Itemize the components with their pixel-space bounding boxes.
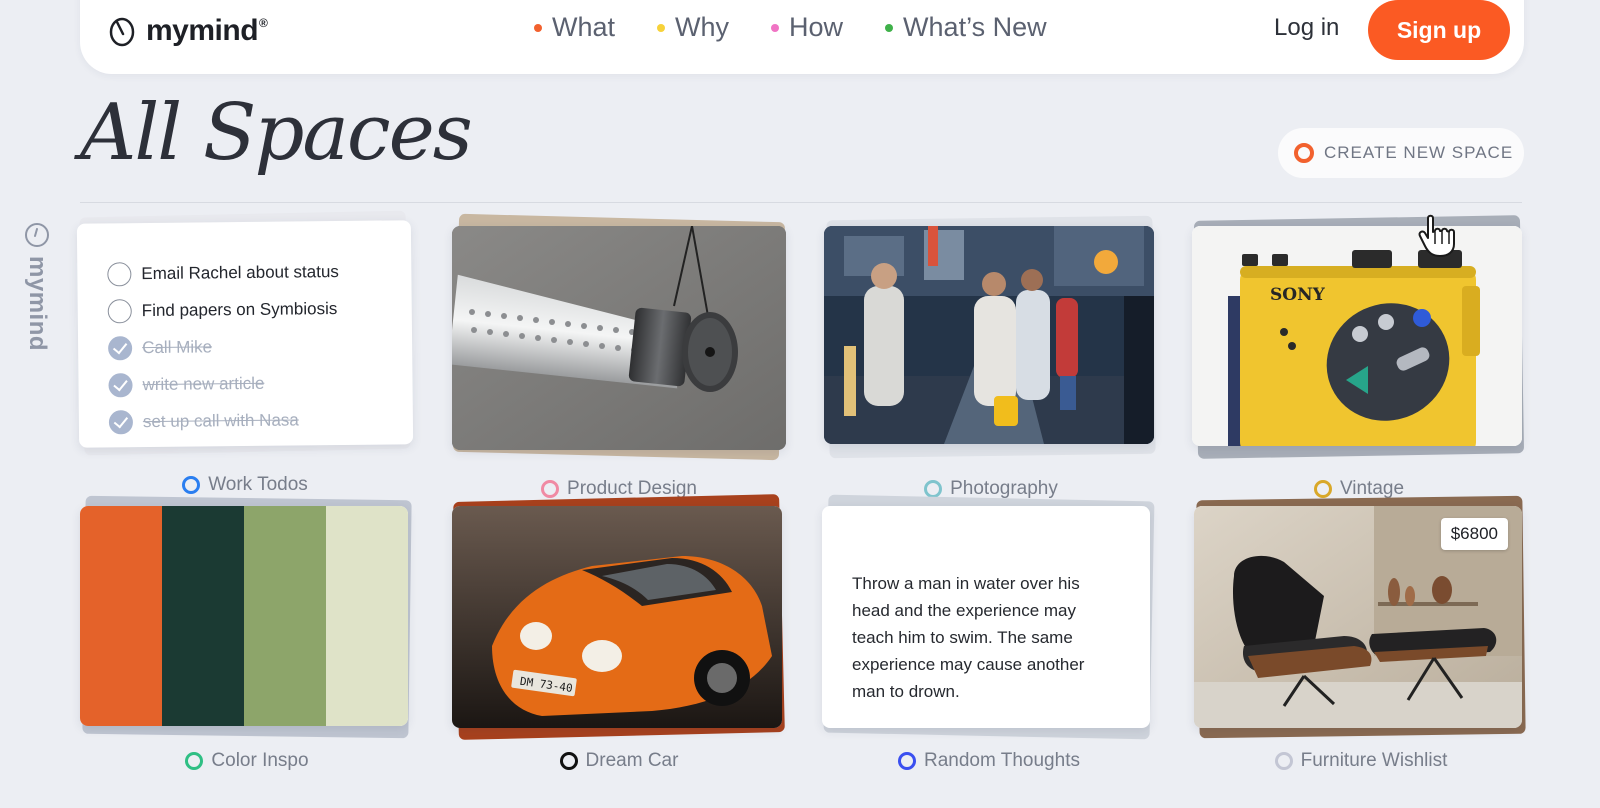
- todo-text: Call Mike: [142, 336, 213, 357]
- nav-label: How: [789, 12, 844, 42]
- space-label[interactable]: Furniture Wishlist: [1194, 750, 1528, 772]
- checkbox-icon[interactable]: [107, 298, 132, 323]
- circle-icon: [1274, 752, 1293, 770]
- space-card-random-thoughts[interactable]: Throw a man in water over his head and t…: [822, 494, 1156, 771]
- vintage-image: SONY: [1192, 226, 1522, 446]
- todo-text: set up call with Nasa: [142, 409, 299, 431]
- todo-list: Email Rachel about status Find papers on…: [76, 220, 414, 448]
- circle-icon: [898, 752, 916, 770]
- nav-label: What’s New: [903, 12, 1047, 42]
- circle-icon: [924, 480, 943, 498]
- space-name: Color Inspo: [211, 750, 309, 771]
- nav-dot: [771, 23, 780, 32]
- space-card-dream-car[interactable]: DM 73-40 Dream Car: [452, 494, 786, 771]
- site-header: mymind® What Why How What’s New Log in S…: [80, 0, 1524, 74]
- create-new-space-button[interactable]: CREATE NEW SPACE: [1278, 128, 1524, 178]
- circle-icon: [1294, 143, 1314, 163]
- checkbox-icon[interactable]: [107, 261, 132, 286]
- nav-dot: [885, 23, 894, 32]
- car-image: DM 73-40: [452, 506, 782, 728]
- nav-item-why[interactable]: Why: [657, 12, 729, 43]
- mymind-logo-icon: [109, 17, 135, 47]
- color-palette: [80, 506, 408, 726]
- main-nav: What Why How What’s New: [534, 12, 1047, 43]
- space-card-furniture-wishlist[interactable]: $6800 Furniture Wishlist: [1194, 495, 1528, 771]
- checked-checkbox-icon[interactable]: [108, 409, 134, 434]
- circle-icon: [185, 752, 204, 770]
- furniture-image: $6800: [1194, 506, 1522, 728]
- nav-item-how[interactable]: How: [771, 12, 843, 43]
- space-card-photography[interactable]: Photography: [824, 215, 1158, 499]
- space-card-color-inspo[interactable]: Color Inspo: [80, 495, 414, 771]
- space-card-vintage[interactable]: SONY Vintage: [1192, 215, 1526, 499]
- space-label[interactable]: Color Inspo: [80, 750, 414, 772]
- logo[interactable]: mymind®: [108, 14, 268, 48]
- circle-icon: [1313, 480, 1332, 498]
- price-tag: $6800: [1440, 518, 1508, 550]
- logo-text: mymind®: [146, 14, 268, 47]
- color-swatch: [244, 506, 326, 726]
- create-new-space-label: CREATE NEW SPACE: [1324, 143, 1514, 162]
- signup-button[interactable]: Sign up: [1368, 0, 1510, 60]
- street-scene-image: [824, 226, 1154, 444]
- page-title: All Spaces: [80, 88, 473, 178]
- space-card-work-todos[interactable]: Email Rachel about status Find papers on…: [76, 210, 414, 495]
- space-label[interactable]: Work Todos: [78, 474, 412, 496]
- todo-text: Find papers on Symbiosis: [141, 298, 338, 320]
- sony-brand-text: SONY: [1270, 285, 1326, 305]
- checked-checkbox-icon[interactable]: [108, 335, 133, 360]
- orange-porsche-image: DM 73-40: [452, 506, 782, 728]
- nav-item-what[interactable]: What: [534, 12, 615, 43]
- nav-dot: [534, 23, 542, 32]
- circle-icon: [541, 480, 560, 498]
- space-name: Random Thoughts: [924, 750, 1080, 771]
- space-name: Work Todos: [208, 474, 308, 495]
- color-swatch: [326, 506, 408, 726]
- checked-checkbox-icon[interactable]: [108, 372, 133, 397]
- nav-label: What: [552, 12, 616, 42]
- divider: [80, 202, 1522, 203]
- nav-item-whats-new[interactable]: What’s New: [885, 12, 1047, 43]
- todo-text: Email Rachel about status: [141, 261, 339, 283]
- space-label[interactable]: Random Thoughts: [822, 750, 1156, 772]
- color-swatch: [80, 506, 162, 726]
- space-name: Furniture Wishlist: [1300, 750, 1448, 771]
- todo-item[interactable]: write new article: [108, 363, 412, 403]
- quote-card: Throw a man in water over his head and t…: [822, 506, 1150, 728]
- space-label[interactable]: Dream Car: [452, 750, 786, 772]
- space-card-product-design[interactable]: Product Design: [452, 213, 786, 499]
- color-swatch: [162, 506, 244, 726]
- todo-item[interactable]: Email Rachel about status: [107, 252, 411, 292]
- login-link[interactable]: Log in: [1274, 14, 1339, 42]
- photography-image: [824, 226, 1154, 444]
- walkman-radio-image: SONY: [1192, 226, 1522, 446]
- todo-text: write new article: [142, 373, 265, 394]
- quote-text: Throw a man in water over his head and t…: [852, 574, 1085, 701]
- nav-label: Why: [675, 12, 730, 42]
- pendant-lamp-image: [452, 226, 786, 450]
- product-image: [452, 226, 786, 450]
- circle-icon: [182, 476, 201, 494]
- nav-dot: [657, 23, 666, 32]
- todo-item[interactable]: Call Mike: [108, 326, 412, 366]
- todo-item[interactable]: set up call with Nasa: [108, 400, 413, 440]
- todo-item[interactable]: Find papers on Symbiosis: [107, 289, 412, 329]
- circle-icon: [559, 752, 578, 770]
- space-name: Dream Car: [585, 750, 679, 771]
- side-label-text: mymind: [24, 256, 51, 352]
- side-brand-label[interactable]: mymind: [22, 222, 52, 372]
- hand-pointer-cursor-icon: [1418, 214, 1455, 257]
- mymind-logo-icon: [25, 223, 49, 247]
